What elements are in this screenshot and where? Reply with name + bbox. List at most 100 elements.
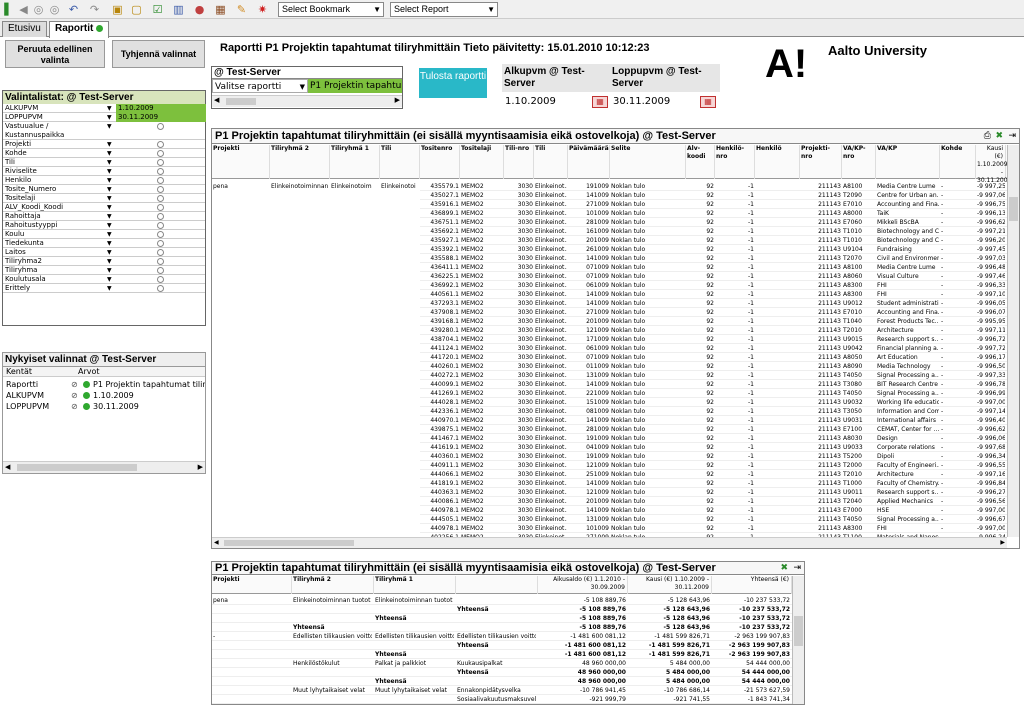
table-cell[interactable]: Noklan tulo (611, 200, 669, 209)
clear-selections-button[interactable]: Tyhjennä valinnat (112, 40, 205, 68)
table-row[interactable]: 441819.1 MEMO2 3030 Elinkeinot... 141009 Nokl… (420, 479, 1007, 488)
table-cell[interactable]: 211143 (801, 407, 841, 416)
table-cell[interactable]: 211143 (801, 209, 841, 218)
table-cell[interactable]: 3030 (505, 425, 533, 434)
table-cell[interactable]: -10 237 533,72 (713, 596, 790, 605)
list-item-value[interactable]: 30.11.2009 (116, 113, 206, 122)
table-cell[interactable]: Elinkeinot... (535, 353, 567, 362)
table-cell[interactable]: Forest Products Tec... (877, 317, 939, 326)
table-cell[interactable]: -1 (716, 362, 754, 371)
table-cell[interactable]: T5200 (843, 452, 875, 461)
table-cell[interactable]: U9033 (843, 443, 875, 452)
column-header[interactable]: Tiliryhmä 1 (330, 145, 380, 179)
excel-icon[interactable]: ✖ (780, 563, 788, 573)
table-cell[interactable]: Elinkeinot... (535, 344, 567, 353)
table-cell[interactable]: -5 128 643,96 (629, 623, 710, 632)
table-cell[interactable]: T4050 (843, 389, 875, 398)
table-cell[interactable]: Elinkeinot... (535, 389, 567, 398)
table-cell[interactable]: pena (213, 182, 269, 191)
table-cell[interactable]: MEMO2 (461, 353, 503, 362)
table-cell[interactable]: - (941, 290, 975, 299)
list-item[interactable]: Projekti ▼ (3, 140, 205, 149)
table-cell[interactable]: -1 (716, 380, 754, 389)
table-cell[interactable]: 211143 (801, 245, 841, 254)
table-cell[interactable]: 92 (687, 362, 714, 371)
table-cell[interactable]: 201009 (569, 497, 609, 506)
table-cell[interactable]: Fundraising (877, 245, 939, 254)
table-cell[interactable]: MEMO2 (461, 398, 503, 407)
clear-field-icon[interactable]: ⊘ (71, 401, 78, 412)
forward-circle-icon[interactable]: ◎ (48, 3, 61, 16)
table-cell[interactable]: Noklan tulo (611, 263, 669, 272)
table-cell[interactable]: -1 (716, 443, 754, 452)
table-cell[interactable]: A8060 (843, 272, 875, 281)
table-cell[interactable]: Mikkeli BScBA (877, 218, 939, 227)
start-date-field[interactable]: 1.10.2009 (505, 95, 585, 109)
table-cell[interactable]: 3030 (505, 461, 533, 470)
table-cell[interactable]: Noklan tulo (611, 524, 669, 533)
table-cell[interactable]: -5 128 643,96 (629, 605, 710, 614)
table-cell[interactable]: -1 (716, 371, 754, 380)
table-cell[interactable]: 92 (687, 434, 714, 443)
excel-icon[interactable]: ✖ (995, 131, 1003, 141)
table-row[interactable]: Sosiaalivakuutusmaksuvelka -921 999,79 -92… (212, 695, 792, 704)
chevron-down-icon[interactable]: ▼ (107, 275, 112, 284)
table-cell[interactable]: - (941, 281, 975, 290)
scroll-thumb[interactable] (1009, 197, 1018, 221)
table-cell[interactable]: 221009 (569, 389, 609, 398)
table-cell[interactable]: MEMO2 (461, 380, 503, 389)
table-row[interactable]: 435927.1 MEMO2 3030 Elinkeinot... 201009 Nokl… (420, 236, 1007, 245)
table-cell[interactable]: -9 996,33 (977, 281, 1005, 290)
table-cell[interactable]: 439168.1 (421, 317, 459, 326)
table-cell[interactable]: - (941, 425, 975, 434)
table-cell[interactable]: -1 (716, 236, 754, 245)
table-cell[interactable]: 3030 (505, 353, 533, 362)
table-cell[interactable]: -9 996,62 (977, 218, 1005, 227)
radio-icon[interactable] (157, 141, 164, 148)
clear-field-icon[interactable]: ⊘ (71, 390, 78, 401)
table-cell[interactable]: 3030 (505, 272, 533, 281)
table-cell[interactable]: 3030 (505, 389, 533, 398)
table-cell[interactable]: 141009 (569, 380, 609, 389)
table-cell[interactable]: Elinkeinot... (535, 398, 567, 407)
table-cell[interactable]: 3030 (505, 254, 533, 263)
table-cell[interactable]: Elinkeinot... (535, 272, 567, 281)
table-cell[interactable]: 92 (687, 497, 714, 506)
table-cell[interactable]: 92 (687, 515, 714, 524)
list-item[interactable]: ALV_Koodi_Koodi ▼ (3, 203, 205, 212)
books-icon[interactable]: ▦ (214, 3, 227, 16)
table-cell[interactable]: -1 (716, 524, 754, 533)
table-row[interactable]: 435027.1 MEMO2 3030 Elinkeinot... 141009 Nokl… (420, 191, 1007, 200)
table-cell[interactable]: Elinkeinot... (535, 488, 567, 497)
table-cell[interactable]: Accounting and Fina... (877, 308, 939, 317)
table-cell[interactable]: 3030 (505, 497, 533, 506)
table-cell[interactable]: 3030 (505, 218, 533, 227)
table-cell[interactable]: Yhteensä (375, 650, 454, 659)
table-cell[interactable]: MEMO2 (461, 182, 503, 191)
table-cell[interactable]: 5 484 000,00 (629, 659, 710, 668)
table-cell[interactable]: 92 (687, 524, 714, 533)
table-cell[interactable]: -9 996,50 (977, 362, 1005, 371)
table-cell[interactable]: -9 997,10 (977, 290, 1005, 299)
table-cell[interactable]: Elinkeinot... (535, 200, 567, 209)
scroll-left-icon[interactable]: ◀ (214, 539, 219, 546)
clear-field-icon[interactable]: ⊘ (71, 379, 78, 390)
column-header[interactable]: Tili-nro (504, 145, 534, 179)
report-dropdown[interactable]: Valitse raportti ▼ (212, 79, 308, 93)
maximize-icon[interactable]: ⇥ (793, 563, 801, 573)
table-cell[interactable]: -1 (716, 344, 754, 353)
table-cell[interactable]: -9 997,21 (977, 227, 1005, 236)
table-cell[interactable]: 92 (687, 371, 714, 380)
radio-icon[interactable] (157, 231, 164, 238)
table-cell[interactable]: Elinkeinot... (535, 380, 567, 389)
table-cell[interactable]: Noklan tulo (611, 227, 669, 236)
table-cell[interactable]: -1 (716, 389, 754, 398)
table-cell[interactable]: U9012 (843, 299, 875, 308)
table-cell[interactable]: MEMO2 (461, 362, 503, 371)
table-cell[interactable]: 92 (687, 416, 714, 425)
table-cell[interactable]: 3030 (505, 290, 533, 299)
table-cell[interactable]: TaiK (877, 209, 939, 218)
table-cell[interactable]: -9 996,72 (977, 335, 1005, 344)
table-cell[interactable]: MEMO2 (461, 443, 503, 452)
table-cell[interactable]: 436411.1 (421, 263, 459, 272)
